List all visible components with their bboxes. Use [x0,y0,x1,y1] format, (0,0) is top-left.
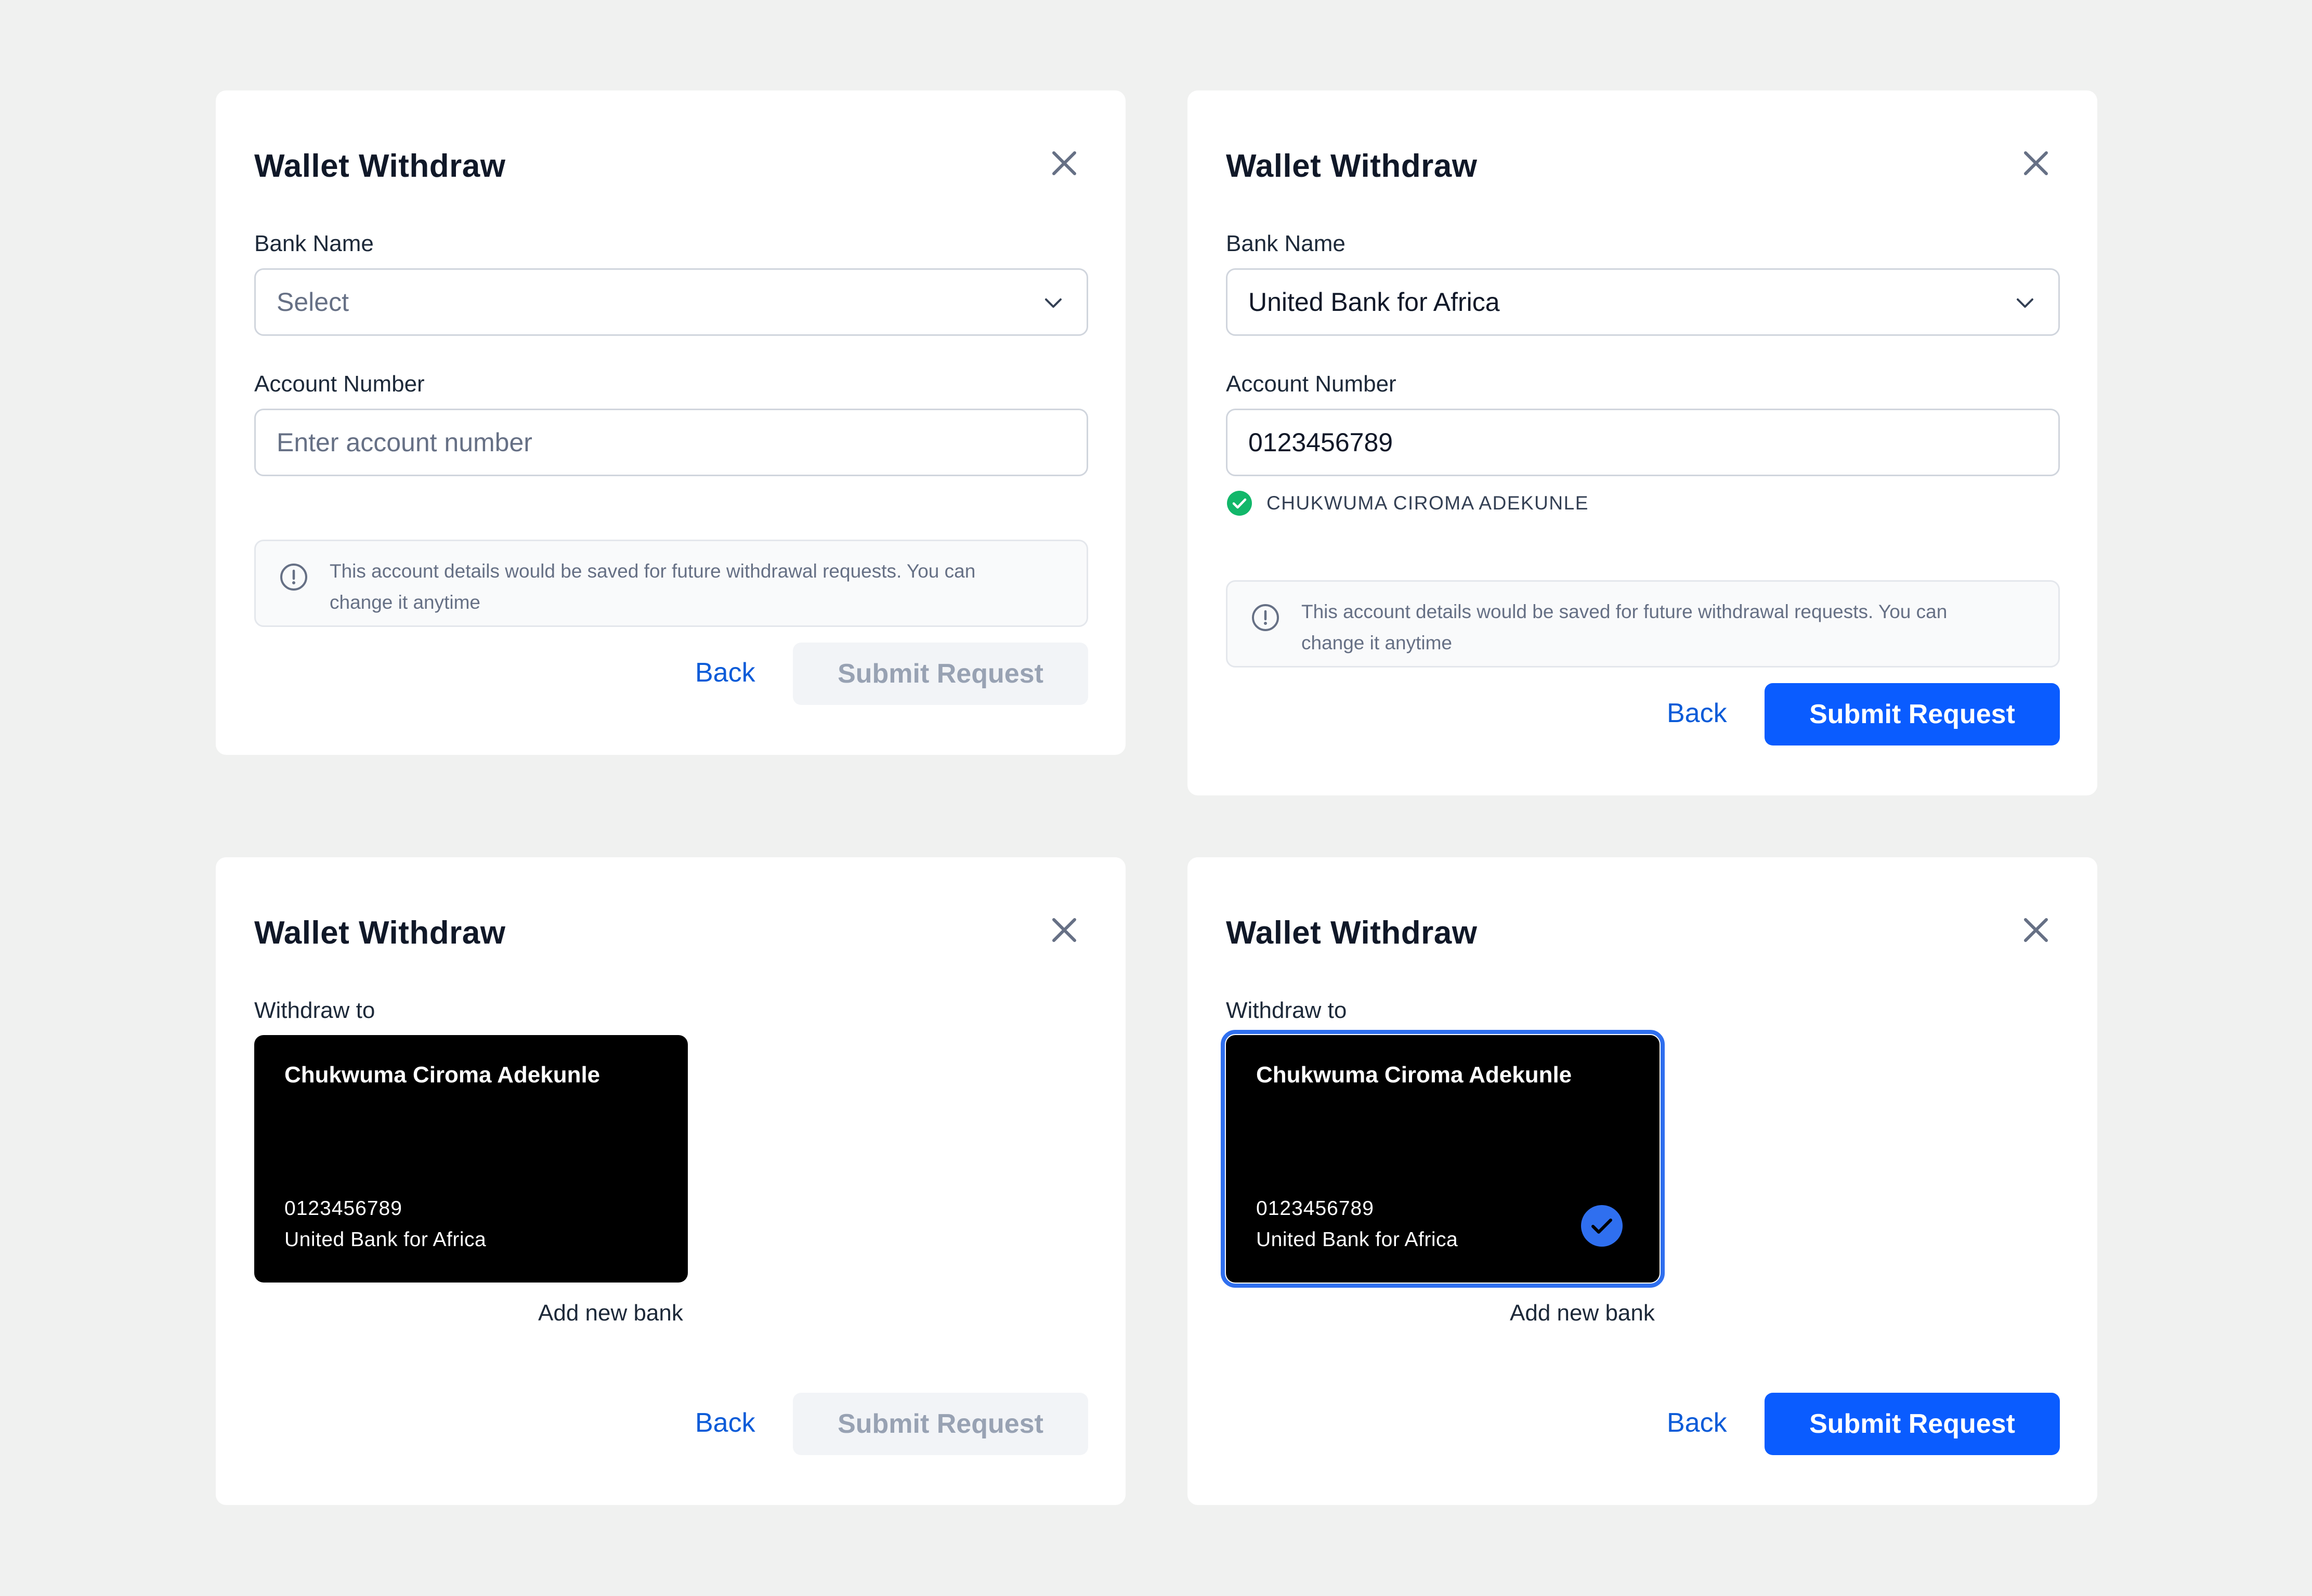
account-verified: CHUKWUMA CIROMA ADEKUNLE [1226,490,1589,517]
account-number-field[interactable]: 0123456789 [1226,409,2060,476]
account-number-label: Account Number [254,371,425,397]
account-number-input[interactable] [277,410,1056,475]
withdraw-modal-empty: Wallet Withdraw Bank Name Select Account… [216,90,1126,755]
bank-name-label: Bank Name [254,231,374,256]
close-icon[interactable] [1050,915,1079,945]
info-notice: This account details would be saved for … [1226,580,2060,668]
back-button[interactable]: Back [1667,698,1727,729]
bank-select[interactable]: Select [254,268,1088,336]
selected-check-icon [1581,1205,1623,1247]
add-new-bank-link[interactable]: Add new bank [1510,1300,1655,1326]
card-account-number: 0123456789 [1256,1197,1374,1220]
info-circle-icon [1252,604,1279,631]
withdraw-to-label: Withdraw to [1226,998,1347,1023]
submit-request-button[interactable]: Submit Request [1765,1393,2060,1455]
account-number-value[interactable]: 0123456789 [1248,410,1393,475]
modal-title: Wallet Withdraw [254,148,506,184]
check-circle-icon [1227,491,1252,516]
modal-title: Wallet Withdraw [254,915,506,951]
close-icon[interactable] [2021,149,2050,178]
chevron-down-icon [2017,298,2033,308]
back-button[interactable]: Back [695,1407,755,1438]
info-text: This account details would be saved for … [330,560,976,613]
bank-select[interactable]: United Bank for Africa [1226,268,2060,336]
card-account-name: Chukwuma Ciroma Adekunle [1256,1062,1572,1088]
account-number-label: Account Number [1226,371,1396,397]
info-notice: This account details would be saved for … [254,540,1088,627]
withdraw-to-label: Withdraw to [254,998,375,1023]
back-button[interactable]: Back [695,657,755,688]
card-account-number: 0123456789 [284,1197,402,1220]
bank-select-placeholder: Select [277,287,349,317]
withdraw-modal-filled: Wallet Withdraw Bank Name United Bank fo… [1187,90,2097,795]
bank-account-card[interactable]: Chukwuma Ciroma Adekunle 0123456789 Unit… [254,1035,688,1283]
verified-account-name: CHUKWUMA CIROMA ADEKUNLE [1266,492,1589,514]
chevron-down-icon [1045,298,1062,308]
card-account-name: Chukwuma Ciroma Adekunle [284,1062,600,1088]
account-number-field[interactable] [254,409,1088,476]
card-bank-name: United Bank for Africa [1256,1228,1458,1251]
bank-name-label: Bank Name [1226,231,1346,256]
card-bank-name: United Bank for Africa [284,1228,487,1251]
back-button[interactable]: Back [1667,1407,1727,1438]
add-new-bank-link[interactable]: Add new bank [538,1300,683,1326]
bank-account-card-selected[interactable]: Chukwuma Ciroma Adekunle 0123456789 Unit… [1221,1030,1665,1288]
modal-title: Wallet Withdraw [1226,915,1478,951]
submit-request-button[interactable]: Submit Request [793,1393,1088,1455]
info-circle-icon [280,564,307,591]
close-icon[interactable] [1050,149,1079,178]
withdraw-modal-saved-bank: Wallet Withdraw Withdraw to Chukwuma Cir… [216,857,1126,1505]
submit-request-button[interactable]: Submit Request [1765,683,2060,745]
close-icon[interactable] [2021,915,2050,945]
submit-request-button[interactable]: Submit Request [793,643,1088,705]
bank-select-value: United Bank for Africa [1248,287,1500,317]
modal-title: Wallet Withdraw [1226,148,1478,184]
info-text: This account details would be saved for … [1301,601,1948,653]
withdraw-modal-bank-selected: Wallet Withdraw Withdraw to Chukwuma Cir… [1187,857,2097,1505]
